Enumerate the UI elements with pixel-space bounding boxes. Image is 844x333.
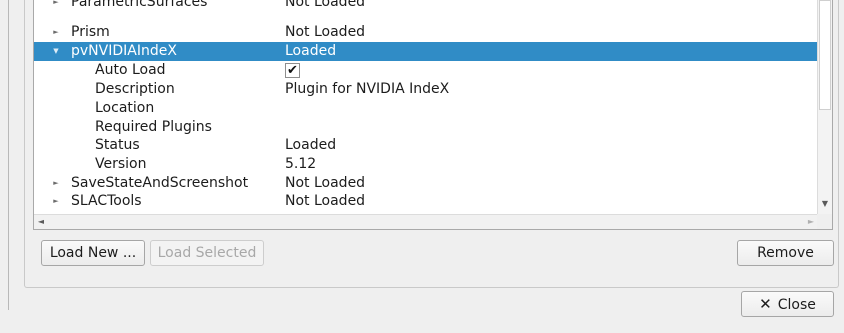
expand-arrow-icon[interactable]: ►: [51, 174, 61, 193]
auto-load-checkbox[interactable]: ✔: [285, 63, 300, 78]
tree-row-description: Description Plugin for NVIDIA IndeX: [34, 80, 818, 99]
tree-row-parametricsurfaces[interactable]: ► ParametricSurfaces Not Loaded: [34, 0, 818, 12]
load-new-button[interactable]: Load New ...: [41, 240, 145, 266]
vertical-scrollbar[interactable]: ▼: [817, 0, 832, 214]
tree-row-status: Status Loaded: [34, 136, 818, 155]
collapse-arrow-icon[interactable]: ▼: [51, 42, 61, 61]
close-icon: ✕: [759, 295, 772, 313]
tree-row-auto-load: Auto Load ✔: [34, 61, 818, 80]
plugin-status: Not Loaded: [285, 175, 366, 191]
property-name: Status: [95, 137, 140, 153]
tree-row-savestateandscreenshot[interactable]: ► SaveStateAndScreenshot Not Loaded: [34, 174, 818, 193]
property-name: Location: [95, 100, 155, 116]
plugin-name: SaveStateAndScreenshot: [71, 175, 249, 191]
property-value: Plugin for NVIDIA IndeX: [285, 81, 450, 97]
property-name: Version: [95, 156, 147, 172]
plugin-tree-view[interactable]: ► ParametricSurfaces Not Loaded ► Prism …: [33, 0, 833, 230]
property-name: Description: [95, 81, 175, 97]
plugin-name: SLACTools: [71, 193, 142, 209]
plugin-status: Not Loaded: [285, 0, 366, 10]
property-name: Auto Load: [95, 62, 166, 78]
expand-arrow-icon[interactable]: ►: [51, 0, 61, 12]
tree-row-pvnvidiaindex[interactable]: ▼ pvNVIDIAIndeX Loaded: [34, 42, 818, 61]
expand-arrow-icon[interactable]: ►: [51, 192, 61, 211]
remove-button[interactable]: Remove: [737, 240, 834, 266]
plugin-name: ParametricSurfaces: [71, 0, 208, 10]
property-value: Loaded: [285, 137, 337, 153]
horizontal-scrollbar[interactable]: ◄ ►: [34, 214, 818, 229]
tree-row-required-plugins: Required Plugins: [34, 118, 818, 137]
property-value: 5.12: [285, 156, 317, 172]
close-button-label: Close: [777, 297, 816, 313]
plugin-tree-viewport: ► ParametricSurfaces Not Loaded ► Prism …: [34, 0, 818, 214]
tree-row-location: Location: [34, 99, 818, 118]
close-button[interactable]: ✕ Close: [741, 291, 834, 317]
plugin-name: pvNVIDIAIndeX: [71, 43, 177, 59]
scroll-down-arrow-icon[interactable]: ▼: [818, 197, 832, 211]
scroll-left-arrow-icon[interactable]: ◄: [34, 215, 48, 229]
scrollbar-corner: [817, 214, 832, 229]
expand-arrow-icon[interactable]: ►: [51, 23, 61, 42]
plugin-status: Not Loaded: [285, 24, 366, 40]
dialog-border: [8, 0, 9, 310]
load-selected-button[interactable]: Load Selected: [150, 240, 264, 266]
plugin-status: Loaded: [285, 43, 337, 59]
scroll-right-arrow-icon[interactable]: ►: [804, 215, 818, 229]
vertical-scrollbar-thumb[interactable]: [819, 0, 831, 110]
plugin-name: Prism: [71, 24, 110, 40]
tree-row-slactools[interactable]: ► SLACTools Not Loaded: [34, 192, 818, 211]
property-name: Required Plugins: [95, 119, 212, 135]
tree-row-version: Version 5.12: [34, 155, 818, 174]
tree-row-prism[interactable]: ► Prism Not Loaded: [34, 23, 818, 42]
plugin-status: Not Loaded: [285, 193, 366, 209]
